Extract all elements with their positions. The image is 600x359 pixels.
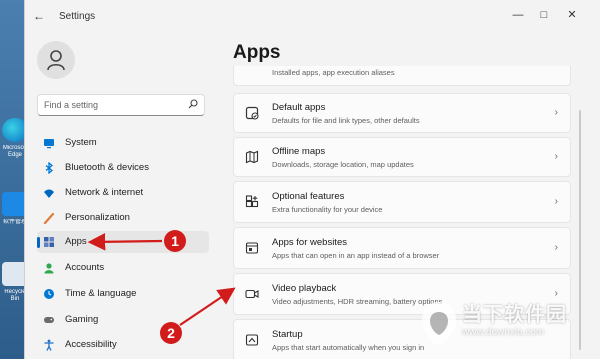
apps-icon xyxy=(44,237,54,247)
window-title: Settings xyxy=(59,11,96,22)
card-subtitle: Apps that can open in an app instead of … xyxy=(272,251,440,260)
bluetooth-icon xyxy=(45,162,54,174)
sidebar-item-label: System xyxy=(65,137,97,148)
monitor-icon xyxy=(44,139,54,149)
globe-clock-icon xyxy=(44,289,54,299)
chevron-right-icon: › xyxy=(554,107,558,118)
accessibility-icon xyxy=(44,339,54,351)
card-apps-for-websites[interactable]: Apps for websites Apps that can open in … xyxy=(233,227,571,269)
sidebar-item-label: Time & language xyxy=(65,288,137,299)
watermark-logo xyxy=(422,302,456,346)
close-button[interactable]: ✕ xyxy=(561,7,583,23)
card-offline-maps[interactable]: Offline maps Downloads, storage location… xyxy=(233,137,571,177)
chevron-right-icon: › xyxy=(554,242,558,253)
chevron-right-icon: › xyxy=(554,151,558,162)
annotation-badge-1: 1 xyxy=(164,230,186,252)
sidebar-item-personalization[interactable]: Personalization xyxy=(37,207,209,229)
sidebar: System Bluetooth & devices Network & int… xyxy=(25,30,215,359)
minimize-button[interactable]: — xyxy=(507,7,529,23)
card-installed-apps[interactable]: Installed apps, app execution aliases xyxy=(233,66,571,86)
page-title: Apps xyxy=(233,42,281,63)
card-subtitle: Downloads, storage location, map updates xyxy=(272,160,414,169)
card-subtitle: Defaults for file and link types, other … xyxy=(272,116,420,125)
card-title: Offline maps xyxy=(272,146,326,157)
card-subtitle: Extra functionality for your device xyxy=(272,205,383,214)
maximize-button[interactable]: □ xyxy=(533,7,555,23)
person-icon xyxy=(47,50,65,71)
card-title: Startup xyxy=(272,329,303,340)
card-title: Optional features xyxy=(272,191,345,202)
watermark-name: 当下软件园 xyxy=(462,304,567,326)
card-default-apps[interactable]: Default apps Defaults for file and link … xyxy=(233,93,571,133)
plus-grid-icon xyxy=(245,195,259,208)
card-subtitle: Video adjustments, HDR streaming, batter… xyxy=(272,297,443,306)
annotation-badge-2: 2 xyxy=(160,322,182,344)
sidebar-item-gaming[interactable]: Gaming xyxy=(37,309,209,331)
sidebar-item-label: Apps xyxy=(65,236,87,247)
web-app-icon xyxy=(245,242,259,254)
watermark-url: www.downxia.com xyxy=(462,327,545,338)
back-button[interactable]: ← xyxy=(33,9,45,23)
search-icon xyxy=(188,99,198,109)
chevron-right-icon: › xyxy=(554,196,558,207)
sidebar-item-label: Bluetooth & devices xyxy=(65,162,149,173)
card-title: Apps for websites xyxy=(272,237,347,248)
wifi-icon xyxy=(44,189,54,198)
sidebar-item-bluetooth[interactable]: Bluetooth & devices xyxy=(37,157,209,179)
sidebar-item-label: Accessibility xyxy=(65,339,117,350)
watermark: 当下软件园 www.downxia.com xyxy=(418,296,600,352)
sidebar-item-accessibility[interactable]: Accessibility xyxy=(37,334,209,356)
card-subtitle: Installed apps, app execution aliases xyxy=(272,68,395,77)
sidebar-item-label: Gaming xyxy=(65,314,99,325)
card-optional-features[interactable]: Optional features Extra functionality fo… xyxy=(233,181,571,223)
card-title: Video playback xyxy=(272,283,337,294)
avatar[interactable] xyxy=(37,41,75,79)
sidebar-item-system[interactable]: System xyxy=(37,132,209,154)
controller-icon xyxy=(44,317,54,323)
sidebar-item-network[interactable]: Network & internet xyxy=(37,182,209,204)
sidebar-item-label: Network & internet xyxy=(65,187,144,198)
default-apps-icon xyxy=(245,106,259,120)
selection-indicator xyxy=(37,237,40,248)
sidebar-item-accounts[interactable]: Accounts xyxy=(37,257,209,279)
startup-icon xyxy=(245,334,259,346)
brush-icon xyxy=(43,212,55,224)
sidebar-item-time-language[interactable]: Time & language xyxy=(37,283,209,305)
card-title: Default apps xyxy=(272,102,326,113)
card-subtitle: Apps that start automatically when you s… xyxy=(272,343,425,352)
video-icon xyxy=(245,289,259,299)
search-input[interactable] xyxy=(44,98,184,112)
map-icon xyxy=(245,150,259,164)
search-box[interactable] xyxy=(37,94,205,116)
sidebar-item-label: Accounts xyxy=(65,262,105,273)
sidebar-item-label: Personalization xyxy=(65,212,130,223)
title-bar: ← Settings — □ ✕ xyxy=(25,0,600,30)
person-icon xyxy=(44,263,54,274)
